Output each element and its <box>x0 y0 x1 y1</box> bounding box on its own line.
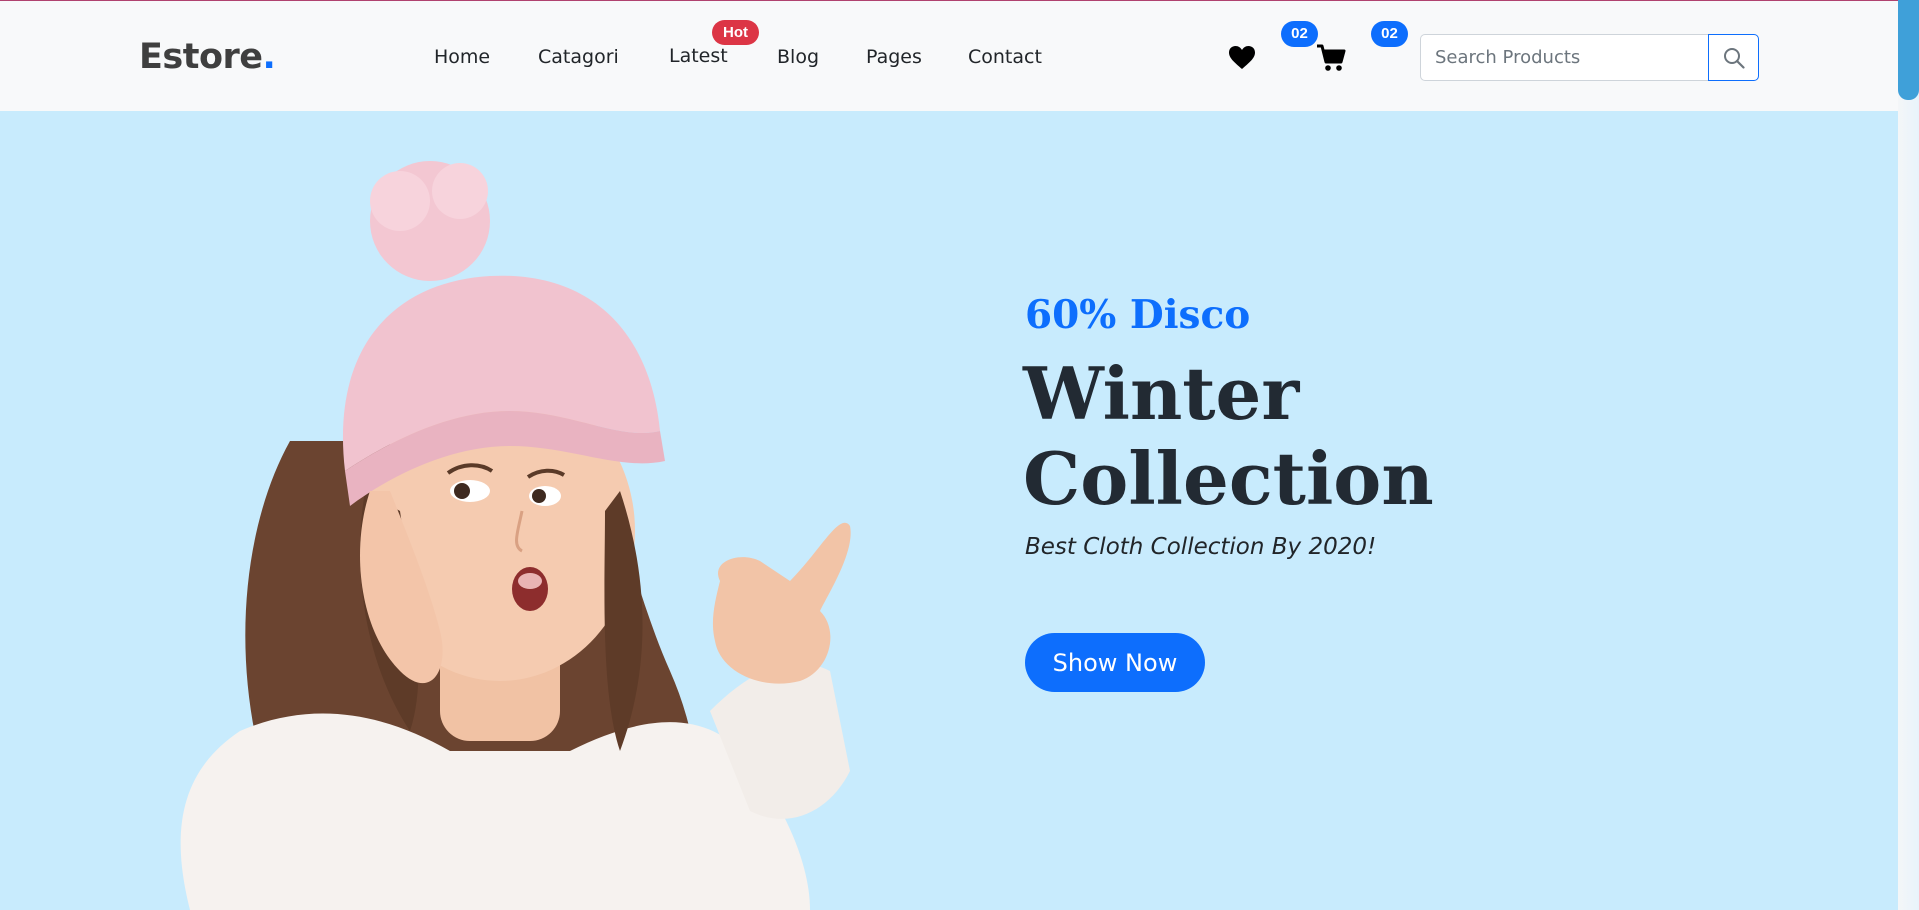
heart-icon <box>1229 46 1255 69</box>
nav-home[interactable]: Home <box>434 46 490 68</box>
wishlist-button[interactable] <box>1228 45 1256 71</box>
cart-icon <box>1317 44 1346 71</box>
nav-catagori[interactable]: Catagori <box>538 46 619 68</box>
hero-title: Winter Collection <box>1023 351 1434 521</box>
hero-title-line1: Winter <box>1023 351 1300 436</box>
hero-banner: 60% Disco Winter Collection Best Cloth C… <box>0 111 1898 910</box>
scrollbar-track[interactable] <box>1898 0 1919 910</box>
page: Estore. Home Catagori Latest Hot Blog Pa… <box>0 0 1919 910</box>
nav-latest[interactable]: Latest <box>669 45 728 67</box>
show-now-button[interactable]: Show Now <box>1025 633 1205 692</box>
hero-subtitle: Best Cloth Collection By 2020! <box>1025 534 1377 560</box>
hero-image <box>180 161 851 910</box>
search-icon <box>1723 47 1745 69</box>
nav-blog[interactable]: Blog <box>777 46 819 68</box>
scrollbar-thumb[interactable] <box>1898 0 1919 100</box>
hot-badge: Hot <box>712 20 759 45</box>
brand-name: Estore <box>139 37 263 77</box>
cart-count-badge: 02 <box>1371 21 1408 47</box>
brand-logo[interactable]: Estore. <box>139 37 276 77</box>
site-header: Estore. Home Catagori Latest Hot Blog Pa… <box>0 1 1919 111</box>
cart-button[interactable] <box>1316 43 1346 73</box>
hero-title-line2: Collection <box>1023 436 1434 521</box>
nav-pages[interactable]: Pages <box>866 46 922 68</box>
search-input[interactable] <box>1420 34 1709 81</box>
wishlist-count-badge: 02 <box>1281 21 1318 47</box>
nav-contact[interactable]: Contact <box>968 46 1042 68</box>
search-button[interactable] <box>1708 34 1759 81</box>
hero-discount-text: 60% Disco <box>1025 292 1251 338</box>
brand-dot: . <box>262 37 276 77</box>
